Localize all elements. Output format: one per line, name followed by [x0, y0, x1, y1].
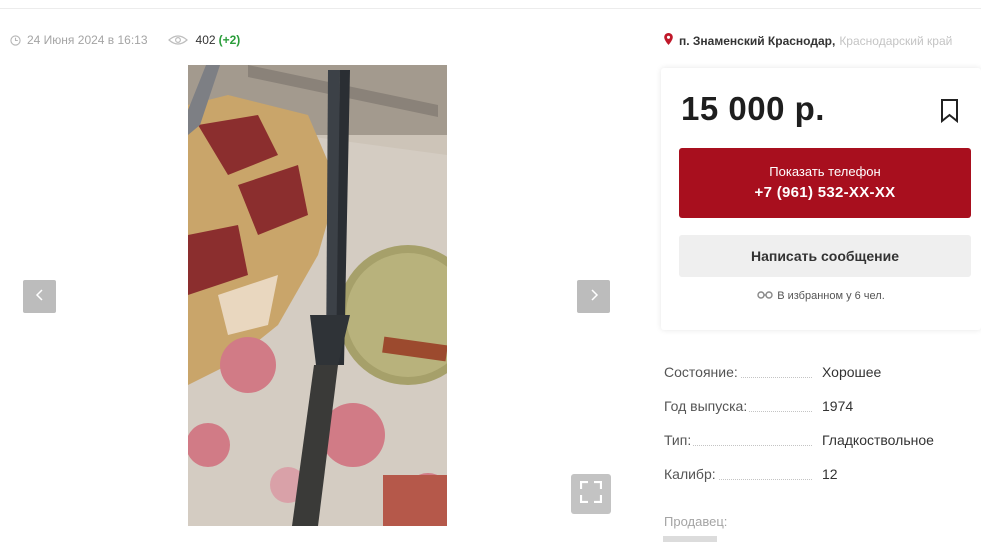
- property-value: 12: [822, 466, 838, 482]
- chevron-right-icon: [589, 288, 599, 306]
- favorites-eye-icon: [757, 290, 777, 302]
- property-label: Состояние:: [664, 364, 740, 380]
- property-label: Год выпуска:: [664, 398, 750, 414]
- property-value: Гладкоствольное: [822, 432, 934, 448]
- write-message-button[interactable]: Написать сообщение: [679, 235, 971, 277]
- show-phone-button[interactable]: Показать телефон +7 (961) 532-XX-XX: [679, 148, 971, 218]
- property-row: Состояние: Хорошее: [664, 362, 981, 396]
- phone-number: +7 (961) 532-XX-XX: [754, 184, 896, 201]
- views-delta: (+2): [218, 33, 241, 47]
- bookmark-button[interactable]: [940, 98, 959, 128]
- property-value: 1974: [822, 398, 854, 414]
- property-row: Год выпуска: 1974: [664, 396, 981, 430]
- property-label: Калибр:: [664, 466, 718, 482]
- property-row: Тип: Гладкоствольное: [664, 430, 981, 464]
- price: 15 000 р.: [681, 90, 825, 127]
- location-pin-icon: [664, 33, 673, 48]
- bookmark-icon: [940, 99, 959, 127]
- property-label: Тип:: [664, 432, 694, 448]
- location-region: Краснодарский край: [839, 33, 953, 48]
- fullscreen-icon: [579, 480, 603, 508]
- location-city: п. Знаменский Краснодар,: [679, 33, 836, 48]
- photo-image: [188, 65, 447, 526]
- chevron-left-icon: [35, 288, 45, 306]
- favorites-text: В избранном у 6 чел.: [777, 290, 885, 302]
- properties-list: Состояние: Хорошее Год выпуска: 1974 Тип…: [664, 362, 981, 498]
- views-count: 402: [195, 33, 216, 47]
- next-photo-button[interactable]: [577, 280, 610, 313]
- listing-photo[interactable]: [188, 65, 447, 526]
- property-value: Хорошее: [822, 364, 882, 380]
- clock-icon: [10, 34, 21, 46]
- property-row: Калибр: 12: [664, 464, 981, 498]
- seller-avatar[interactable]: [663, 536, 717, 542]
- fullscreen-button[interactable]: [571, 474, 611, 514]
- seller-label: Продавец:: [664, 514, 728, 529]
- favorites-info: В избранном у 6 чел.: [661, 290, 981, 302]
- prev-photo-button[interactable]: [23, 280, 56, 313]
- show-phone-label: Показать телефон: [769, 164, 881, 179]
- listing-meta: 24 Июня 2024 в 16:13 402 (+2): [10, 33, 240, 47]
- eye-icon: [167, 34, 188, 46]
- price-card: 15 000 р. Показать телефон +7 (961) 532-…: [661, 68, 981, 330]
- listing-date: 24 Июня 2024 в 16:13: [27, 33, 148, 47]
- top-divider: [0, 8, 981, 9]
- location[interactable]: п. Знаменский Краснодар, Краснодарский к…: [664, 33, 981, 48]
